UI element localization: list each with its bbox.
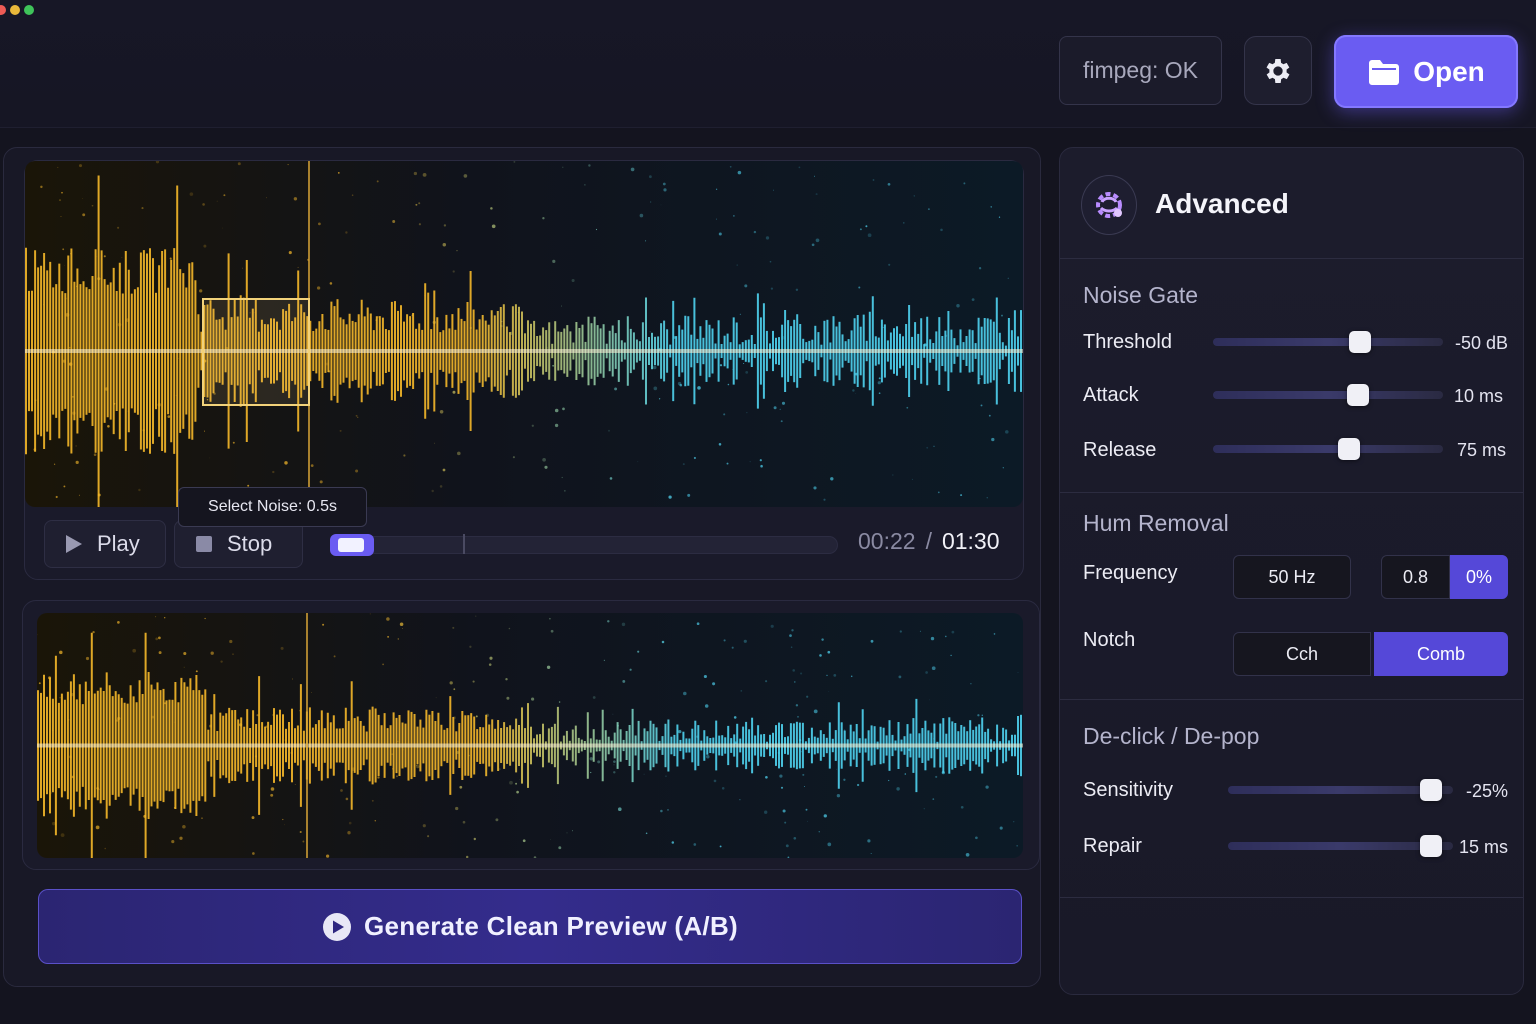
attack-label: Attack — [1083, 384, 1139, 406]
play-label: Play — [97, 531, 140, 556]
clean-waveform[interactable] — [37, 613, 1023, 858]
sensitivity-label: Sensitivity — [1083, 779, 1174, 801]
close-window-button[interactable] — [0, 5, 6, 15]
current-time: 00:22 — [858, 528, 916, 554]
divider — [1060, 492, 1523, 493]
advanced-title: Advanced — [1155, 188, 1289, 219]
open-file-button[interactable]: Open — [1334, 35, 1518, 108]
depth-option-a[interactable]: 0.8 — [1381, 555, 1450, 599]
threshold-slider[interactable] — [1213, 338, 1443, 346]
gear-icon — [1266, 58, 1290, 83]
declick-title: De-click / De-pop — [1083, 723, 1260, 749]
release-value: 75 ms — [1456, 440, 1506, 460]
depth-option-b[interactable]: 0% — [1450, 555, 1508, 599]
frequency-label: Frequency — [1083, 562, 1178, 584]
divider — [1060, 897, 1523, 898]
open-button-label: Open — [1413, 55, 1485, 87]
generate-label: Generate Clean Preview (A/B) — [364, 911, 738, 941]
ffmpeg-status-badge: fimpeg: OK — [1059, 36, 1222, 105]
maximize-window-button[interactable] — [24, 5, 34, 15]
release-label: Release — [1083, 439, 1157, 461]
notch-option-b-label: Comb — [1416, 643, 1465, 664]
hum-removal-title: Hum Removal — [1083, 510, 1229, 536]
noise-selection-tooltip: Select Noise: 0.5s — [178, 487, 367, 527]
release-slider[interactable] — [1213, 445, 1443, 453]
play-button[interactable]: Play — [44, 520, 166, 568]
repair-slider-thumb[interactable] — [1419, 835, 1442, 857]
repair-label: Repair — [1083, 835, 1142, 857]
play-icon — [66, 535, 82, 553]
folder-icon — [1369, 59, 1400, 85]
depth-option-b-label: 0% — [1465, 566, 1492, 587]
threshold-label: Threshold — [1083, 331, 1172, 353]
notch-option-comb[interactable]: Comb — [1374, 632, 1508, 676]
attack-value: 10 ms — [1453, 386, 1503, 406]
noise-gate-title: Noise Gate — [1083, 282, 1199, 308]
divider — [1060, 699, 1523, 700]
scrubber-thumb[interactable] — [330, 534, 374, 556]
ffmpeg-status-text: fimpeg: OK — [1082, 57, 1199, 83]
stop-label: Stop — [227, 531, 273, 556]
attack-slider[interactable] — [1213, 391, 1443, 399]
playback-scrubber[interactable] — [330, 536, 838, 554]
settings-brain-icon — [1096, 192, 1122, 218]
stop-button[interactable]: Stop — [174, 520, 303, 568]
notch-option-a[interactable]: Cch — [1233, 632, 1371, 676]
time-readout: 00:22 / 01:30 — [858, 528, 1000, 555]
settings-button[interactable] — [1244, 36, 1312, 105]
depth-option-a-label: 0.8 — [1402, 566, 1429, 587]
window-controls — [0, 5, 34, 15]
divider — [1060, 258, 1523, 259]
original-waveform[interactable] — [25, 161, 1023, 507]
play-circle-icon — [323, 912, 351, 941]
threshold-slider-thumb[interactable] — [1349, 331, 1372, 353]
tooltip-text: Select Noise: 0.5s — [208, 498, 337, 515]
total-time: 01:30 — [941, 528, 1000, 554]
release-slider-thumb[interactable] — [1337, 438, 1360, 460]
stop-icon — [196, 536, 212, 552]
sensitivity-slider-thumb[interactable] — [1419, 779, 1442, 801]
minimize-window-button[interactable] — [10, 5, 20, 15]
generate-preview-button[interactable]: Generate Clean Preview (A/B) — [38, 889, 1022, 964]
threshold-value: -50 dB — [1454, 333, 1508, 353]
time-separator: / — [925, 528, 932, 554]
frequency-value: 50 Hz — [1268, 566, 1316, 587]
playhead-marker — [463, 534, 465, 554]
attack-slider-thumb[interactable] — [1346, 384, 1369, 406]
sensitivity-value: -25% — [1465, 781, 1508, 801]
notch-option-a-label: Cch — [1285, 643, 1318, 664]
advanced-icon-badge — [1081, 175, 1137, 235]
frequency-select[interactable]: 50 Hz — [1233, 555, 1351, 599]
notch-label: Notch — [1083, 629, 1136, 651]
noise-selection-box[interactable] — [202, 298, 310, 406]
repair-value: 15 ms — [1458, 837, 1508, 857]
